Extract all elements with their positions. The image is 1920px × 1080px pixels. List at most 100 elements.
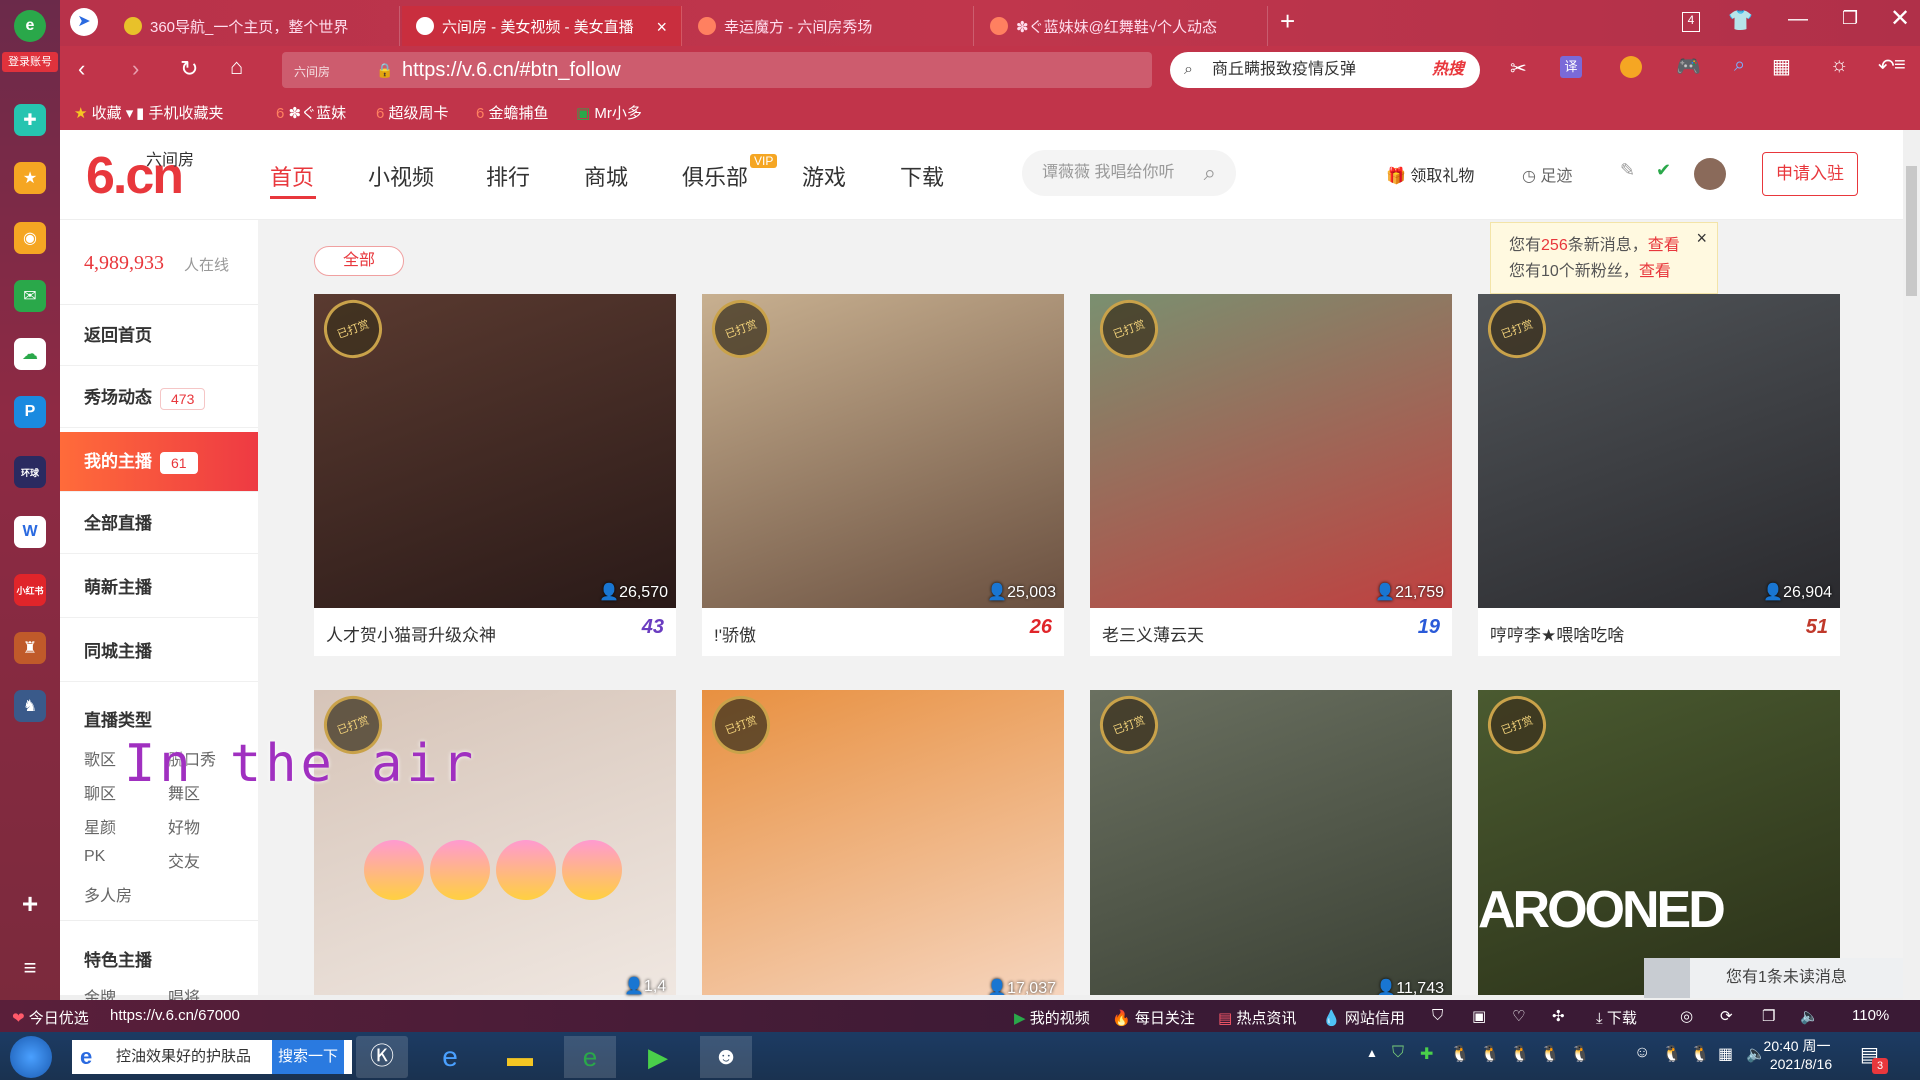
type-songs[interactable]: 歌区 [84,746,116,770]
heart-outline-icon[interactable]: ♡ [1512,1007,1525,1025]
tray-qq3-icon[interactable]: 🐧 [1510,1044,1530,1064]
game-app-icon[interactable]: ♜ [14,632,46,664]
host-thumbnail[interactable]: 已打赏 AROONED [1478,690,1840,995]
site-search-input[interactable]: 谭薇薇 我唱给你听 ⌕ [1022,150,1236,196]
host-card[interactable]: 已打赏 👤21,759 老三义薄云天 19 [1090,294,1452,656]
tab-lucky-cube[interactable]: 幸运魔方 - 六间房秀场 [684,6,974,46]
bookmark-fishing[interactable]: 6 金蟾捕鱼 [476,102,549,123]
host-thumbnail[interactable]: 已打赏 👤17,037 [702,690,1064,995]
mail-icon[interactable]: ✉ [14,280,46,312]
close-tab-icon[interactable]: × [656,17,667,38]
menu-list-icon[interactable]: ≡ [14,952,46,984]
tray-qq5-icon[interactable]: 🐧 [1570,1044,1590,1064]
plugin-icon[interactable]: ✚ [14,104,46,136]
bookmark-blue-sister[interactable]: 6 ✽ぐ蓝妹 [276,102,346,123]
bookmark-mobile[interactable]: ▮ 手机收藏夹 [136,102,223,123]
zoom-level[interactable]: 110% [1852,1007,1889,1024]
tray-qq2-icon[interactable]: 🐧 [1480,1044,1500,1064]
browser-menu-icon[interactable]: ≡ [1894,54,1906,77]
nav-download[interactable]: 下载 [900,160,944,192]
host-card[interactable]: 已打赏 AROONED [1478,690,1840,995]
tray-360-icon[interactable]: ✚ [1420,1044,1433,1064]
host-card[interactable]: 已打赏 👤25,003 !'骄傲 26 [702,294,1064,656]
gift-link[interactable]: 🎁 领取礼物 [1386,162,1474,186]
web-search-box[interactable]: ⌕ 商丘瞒报致疫情反弹 热搜 [1170,52,1480,88]
coin-icon[interactable] [1620,56,1642,78]
search-icon[interactable]: ⌕ [1204,150,1216,196]
host-card[interactable]: 已打赏 👤11,743 [1090,690,1452,995]
p-app-icon[interactable]: P [14,396,46,428]
k-app-icon[interactable]: Ⓚ [356,1036,408,1078]
sidebar-item-feed[interactable]: 秀场动态 473 [60,368,258,428]
filter-all-chip[interactable]: 全部 [314,246,404,276]
view-fans-link[interactable]: 查看 [1639,263,1671,280]
taskbar-search-button[interactable]: 搜索一下 [272,1040,344,1074]
status-daily-follow[interactable]: 🔥 每日关注 [1112,1007,1195,1028]
check-icon[interactable]: ✔ [1656,160,1671,181]
shield-icon[interactable]: ⛉ [1432,1007,1443,1024]
host-thumbnail[interactable]: 已打赏 👤25,003 [702,294,1064,608]
host-thumbnail[interactable]: 已打赏 👤21,759 [1090,294,1452,608]
sidebar-item-new-hosts[interactable]: 萌新主播 [60,558,258,618]
type-pk[interactable]: PK [84,848,105,866]
minimize-icon[interactable]: — [1788,8,1808,31]
restore-icon[interactable]: ❐ [1842,8,1858,29]
nav-home[interactable]: 首页 [270,160,314,192]
sidebar-item-my-hosts[interactable]: 我的主播 61 [60,432,258,492]
brightness-icon[interactable]: ☼ [1830,54,1848,77]
folder-icon[interactable]: ▬ [494,1036,546,1078]
type-chat[interactable]: 聊区 [84,780,116,804]
type-beauty[interactable]: 星颜 [84,814,116,838]
window-icon[interactable]: ❐ [1762,1007,1775,1025]
scissors-icon[interactable]: ✂ [1510,56,1527,81]
sidebar-item-home[interactable]: 返回首页 [60,306,258,366]
translate-icon[interactable]: 译 [1560,56,1582,78]
close-notice-icon[interactable]: × [1696,225,1707,251]
start-button[interactable] [10,1036,52,1078]
add-icon[interactable]: + [14,888,46,920]
speed-icon[interactable]: ◎ [1680,1007,1693,1025]
bookmark-super-card[interactable]: 6 超级周卡 [376,102,449,123]
scrollbar-thumb[interactable] [1906,166,1917,296]
bookmark-mr-xiaoduo[interactable]: ▣ Mr小多 [576,102,642,123]
login-account-tag[interactable]: 登录账号 [2,52,58,72]
favorites-star-icon[interactable]: ★ [14,162,46,194]
sidebar-item-local-hosts[interactable]: 同城主播 [60,622,258,682]
nav-games[interactable]: 游戏 [802,160,846,192]
nav-ranking[interactable]: 排行 [486,160,530,192]
cloud-icon[interactable]: ☁ [14,338,46,370]
image-icon[interactable]: ▣ [1472,1007,1486,1025]
type-friends[interactable]: 交友 [168,848,200,872]
host-card[interactable]: 已打赏 👤26,570 人才贺小猫哥升级众神 43 [314,294,676,656]
ie-browser-icon[interactable]: e [424,1036,476,1078]
nav-mall[interactable]: 商城 [584,160,628,192]
game2-app-icon[interactable]: ♞ [14,690,46,722]
home-icon[interactable]: ⌂ [230,54,243,80]
status-site-credit[interactable]: 💧 网站信用 [1322,1007,1405,1028]
tray-network-icon[interactable]: ▦ [1718,1044,1733,1064]
new-tab-button[interactable]: + [1280,6,1295,37]
weibo-icon[interactable]: ◉ [14,222,46,254]
chat-app-icon[interactable]: ☻ [700,1036,752,1078]
tab-counter[interactable]: 4 [1682,12,1700,32]
fan-icon[interactable]: ✣ [1552,1007,1565,1025]
tray-qq7-icon[interactable]: 🐧 [1690,1044,1710,1064]
sidebar-item-all-live[interactable]: 全部直播 [60,494,258,554]
grid-icon[interactable]: ▦ [1772,54,1791,79]
unread-message-bar[interactable]: 您有1条未读消息 [1644,958,1903,998]
volume-icon[interactable]: 🔈 [1800,1007,1819,1025]
tray-expand-icon[interactable]: ▲ [1366,1046,1378,1060]
reload-icon[interactable]: ↻ [180,56,198,82]
url-bar[interactable]: 六间房 🔒 https://v.6.cn/#btn_follow [282,52,1152,88]
page-scrollbar[interactable] [1903,130,1920,1000]
clock-time[interactable]: 20:40 周一 [1752,1036,1842,1056]
back-icon[interactable]: ‹ [78,56,85,82]
refresh-icon[interactable]: ⟳ [1720,1007,1733,1025]
tray-qq6-icon[interactable]: 🐧 [1662,1044,1682,1064]
host-thumbnail[interactable]: 已打赏 👤26,904 [1478,294,1840,608]
doc-app-icon[interactable]: W [14,516,46,548]
bookmark-favorites[interactable]: ★ 收藏 ▾ [74,102,133,123]
type-goods[interactable]: 好物 [168,814,200,838]
browser-logo-icon[interactable]: e [14,10,46,42]
magnifier-icon[interactable]: ⌕ [1734,54,1745,77]
